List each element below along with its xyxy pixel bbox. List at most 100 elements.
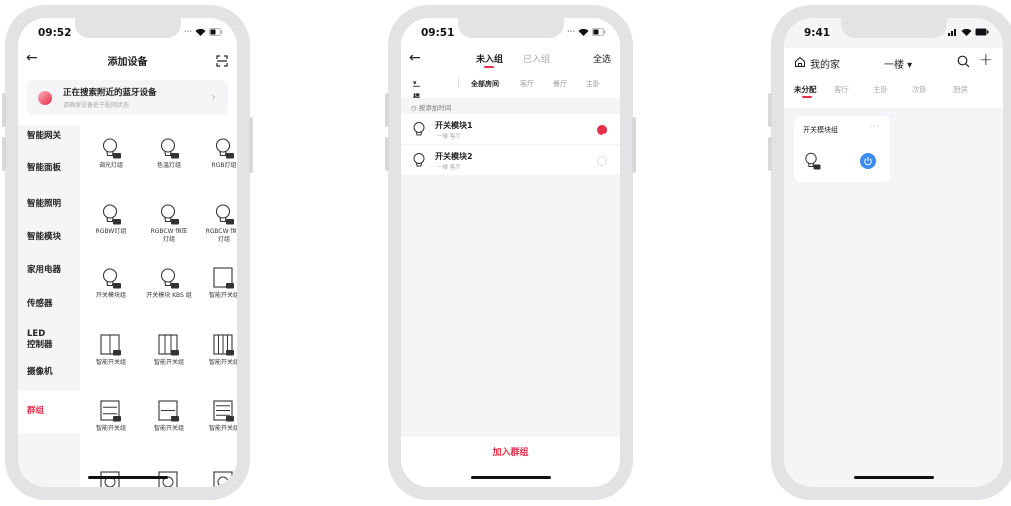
room-tab[interactable]: 厨房 [953, 84, 968, 95]
group-card[interactable]: 开关模块组 ··· [794, 116, 890, 182]
more-icon[interactable]: ··· [869, 122, 881, 132]
page-title: 添加设备 [107, 57, 148, 68]
device-type-tile[interactable]: 智能开关组 [84, 334, 138, 367]
switch-panel-icon [142, 334, 196, 356]
home-indicator [853, 476, 934, 479]
device-type-tile[interactable]: 开关模块组 [84, 267, 138, 300]
home-icon [794, 56, 806, 68]
search-icon[interactable] [957, 55, 970, 68]
device-type-tile[interactable]: 智能开关组 [142, 400, 196, 433]
topbar: ← 未入组 已入组 全选 [401, 48, 620, 70]
category-item-active[interactable]: 群组 [18, 391, 80, 433]
device-type-tile[interactable]: 智能开关组 [142, 334, 196, 367]
room-tab[interactable]: 次卧 [912, 84, 927, 95]
bulb-icon [413, 122, 425, 136]
switch-panel-icon [142, 400, 196, 422]
checked-icon[interactable] [597, 125, 607, 138]
bluetooth-search-banner[interactable]: 正在搜索附近的蓝牙设备 请确保设备处于配网状态 › [27, 80, 228, 115]
device-row[interactable]: 开关模块1 一楼 客厅 [401, 115, 620, 145]
device-type-label: RGBCW 恒流 灯组 [205, 228, 237, 243]
battery-icon [209, 28, 223, 36]
device-type-label: 色温灯组 [156, 162, 181, 169]
bluetooth-subtitle: 请确保设备处于配网状态 [63, 102, 130, 109]
bulb-icon [142, 267, 196, 289]
device-type-tile[interactable] [197, 471, 237, 487]
category-item[interactable]: 智能照明 [18, 199, 80, 210]
room-filter-all[interactable]: 全部房间 [471, 79, 499, 89]
power-button[interactable] [860, 153, 876, 169]
device-type-tile[interactable] [84, 471, 138, 487]
battery-icon [975, 28, 989, 36]
add-icon[interactable]: + [979, 50, 993, 70]
join-group-bar: 加入群组 [401, 437, 620, 487]
sort-hint[interactable]: ◷ 按添加时间 [401, 98, 620, 114]
category-item[interactable]: 摄像机 [18, 367, 80, 378]
category-sidebar: 智能网关 智能面板 智能照明 智能模块 家用电器 传感器 LED 控制器 摄像机… [18, 125, 80, 487]
room-tab[interactable]: 客厅 [834, 84, 849, 95]
tab-grouped[interactable]: 已入组 [523, 52, 550, 65]
chevron-right-icon: › [211, 90, 216, 104]
wifi-icon [578, 28, 589, 36]
device-type-label: 智能开关组 [95, 359, 126, 366]
status-time: 9:41 [804, 27, 831, 39]
scan-icon[interactable] [216, 52, 228, 71]
floor-filter[interactable]: 一楼 ▾ [413, 79, 420, 101]
device-row[interactable]: 开关模块2 一楼 客厅 [401, 146, 620, 176]
notch [74, 18, 181, 38]
phone-add-device: 09:52 ··· ← 添加设备 正在搜索附近的蓝牙设备 请确保设备处于配网状态… [2, 5, 253, 500]
device-type-label: 开关模块 KBS 组 [146, 292, 192, 299]
join-group-button[interactable]: 加入群组 [401, 445, 620, 458]
device-type-label: 智能开关组 [208, 292, 237, 299]
category-item[interactable]: LED 控制器 [18, 329, 80, 351]
room-filter[interactable]: 主卧 [586, 79, 600, 89]
bulb-icon [197, 137, 237, 159]
switch-panel-icon [197, 400, 237, 422]
device-type-tile[interactable]: 调光灯组 [84, 137, 138, 170]
device-type-tile[interactable]: 开关模块 KBS 组 [142, 267, 196, 300]
bulb-icon [84, 137, 138, 159]
category-item[interactable]: 传感器 [18, 299, 80, 310]
device-room: 一楼 客厅 [437, 134, 461, 140]
room-tab-unassigned[interactable]: 未分配 [794, 84, 817, 98]
device-type-tile[interactable]: RGBCW 恒压 灯组 [142, 203, 196, 243]
room-tab[interactable]: 主卧 [873, 84, 888, 95]
category-item[interactable]: 智能面板 [18, 163, 80, 174]
bulb-group-icon [805, 152, 821, 170]
device-type-tile[interactable]: RGB灯组 [197, 137, 237, 170]
switch-panel-icon [84, 334, 138, 356]
home-indicator [87, 476, 168, 479]
device-type-label: RGB灯组 [211, 162, 237, 169]
device-type-tile[interactable]: 智能开关组 [197, 400, 237, 433]
select-all-button[interactable]: 全选 [593, 52, 611, 65]
category-item[interactable]: 智能模块 [18, 232, 80, 243]
device-type-label: 智能开关组 [153, 425, 184, 432]
status-time: 09:52 [38, 27, 72, 39]
unchecked-icon[interactable] [597, 156, 607, 166]
knob-switch-icon [197, 471, 237, 487]
device-room: 一楼 客厅 [437, 165, 461, 171]
screen: 9:41 我的家 一楼 ▾ + 未分配 客厅 主卧 次卧 厨房 开关模块组 ··… [784, 18, 1003, 487]
device-type-tile[interactable]: 智能开关组 [197, 267, 237, 300]
battery-icon [592, 28, 606, 36]
device-type-tile[interactable]: RGBCW 恒流 灯组 [197, 203, 237, 243]
room-filter[interactable]: 餐厅 [553, 79, 567, 89]
device-type-tile[interactable]: RGBW灯组 [84, 203, 138, 236]
signal-icon [948, 29, 956, 36]
device-type-tile[interactable] [142, 471, 196, 487]
back-arrow-icon[interactable]: ← [409, 50, 421, 66]
home-header: 我的家 一楼 ▾ + 未分配 客厅 主卧 次卧 厨房 [784, 48, 1003, 108]
bulb-icon [413, 153, 425, 167]
bluetooth-search-icon [38, 91, 52, 105]
home-name[interactable]: 我的家 [810, 56, 840, 71]
device-type-tile[interactable]: 智能开关组 [84, 400, 138, 433]
device-type-tile[interactable]: 色温灯组 [142, 137, 196, 170]
category-item[interactable]: 智能网关 [18, 131, 80, 142]
room-filter[interactable]: 客厅 [520, 79, 534, 89]
bulb-icon [84, 203, 138, 225]
bluetooth-title: 正在搜索附近的蓝牙设备 [63, 88, 157, 98]
tab-ungrouped[interactable]: 未入组 [476, 52, 503, 68]
device-name: 开关模块1 [435, 121, 473, 130]
floor-selector[interactable]: 一楼 ▾ [884, 56, 912, 71]
category-item[interactable]: 家用电器 [18, 265, 80, 276]
device-type-tile[interactable]: 智能开关组 [197, 334, 237, 367]
